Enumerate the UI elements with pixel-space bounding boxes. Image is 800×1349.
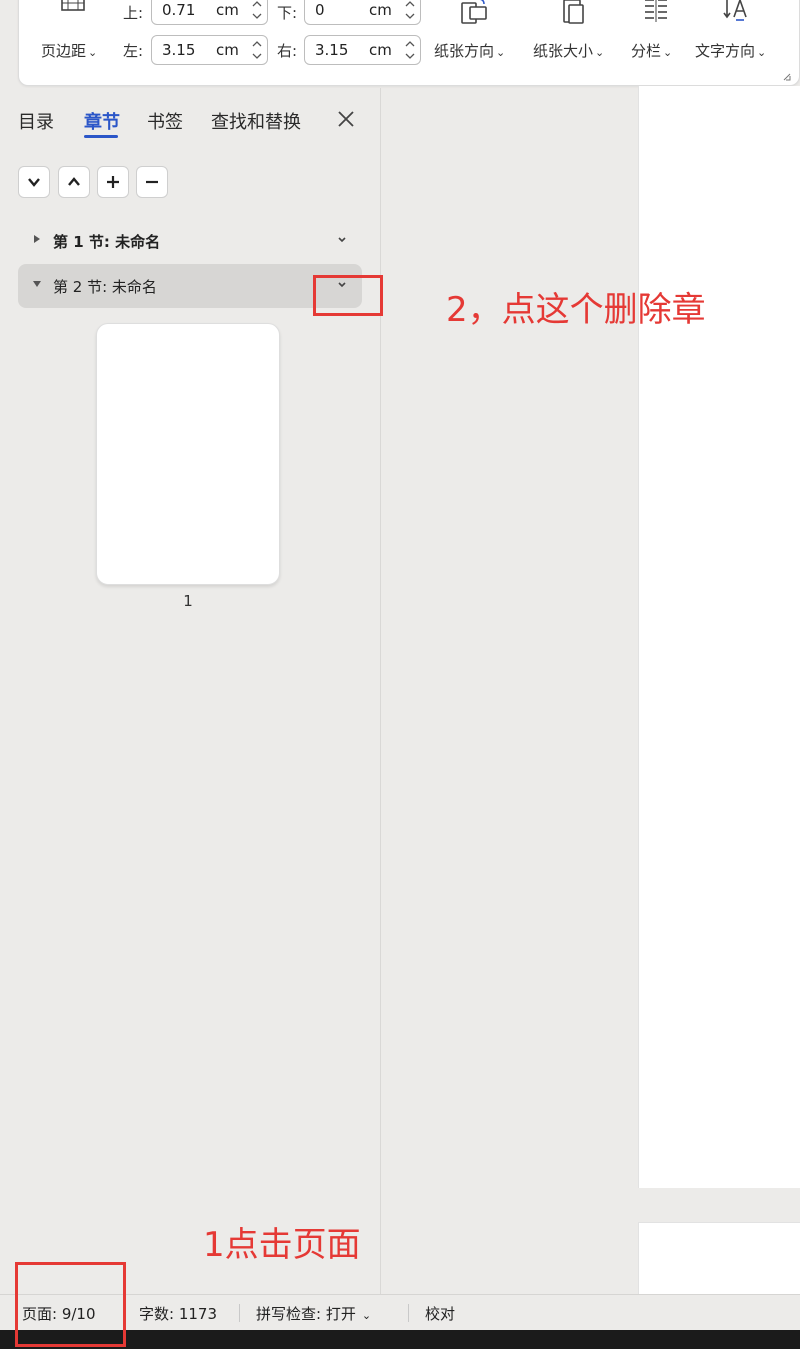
bottom-margin-label: 下: <box>277 4 298 22</box>
collapse-triangle-icon[interactable] <box>32 279 42 289</box>
chevron-up-icon <box>68 177 80 186</box>
spin-arrows-icon[interactable] <box>251 0 263 23</box>
annotation-box-section-menu <box>313 275 383 316</box>
section-item-2[interactable]: 第 2 节: 未命名 <box>18 264 362 308</box>
page-size-label: 纸张大小 <box>533 42 594 60</box>
plus-icon <box>107 176 119 188</box>
page-thumbnail[interactable] <box>96 323 280 585</box>
chevron-down-icon: ⌄ <box>595 46 605 59</box>
document-page[interactable] <box>638 86 800 1188</box>
annotation-step2-text: 2，点这个删除章 <box>446 290 706 330</box>
expand-triangle-icon[interactable] <box>32 234 42 244</box>
bottom-margin-value: 0 <box>315 1 325 19</box>
navigation-panel: 目录 章节 书签 查找和替换 第 1 节: 未命名 第 2 节: 未命名 1 <box>0 88 381 1294</box>
page-thumbnail-number: 1 <box>183 592 193 610</box>
chevron-down-icon: ⌄ <box>757 46 767 59</box>
tab-find-replace[interactable]: 查找和替换 <box>211 108 301 134</box>
spin-arrows-icon[interactable] <box>404 37 416 63</box>
chevron-down-icon <box>28 178 40 187</box>
section-title: 第 2 节: 未命名 <box>53 278 157 296</box>
page-orientation-icon[interactable] <box>459 0 489 25</box>
close-icon[interactable] <box>335 108 357 130</box>
tab-sections[interactable]: 章节 <box>84 108 120 134</box>
page-margins-button[interactable]: 页边距 ⌄ <box>41 41 97 63</box>
right-margin-label: 右: <box>277 42 298 60</box>
spell-check-status[interactable]: 拼写检查: 打开 ⌄ <box>256 1303 371 1324</box>
top-margin-value: 0.71 <box>162 1 196 19</box>
tab-toc[interactable]: 目录 <box>18 108 54 134</box>
spin-arrows-icon[interactable] <box>251 37 263 63</box>
minus-icon <box>146 180 158 184</box>
active-tab-indicator <box>84 135 118 138</box>
remove-section-button[interactable] <box>136 166 168 198</box>
columns-button[interactable]: 分栏 ⌄ <box>631 41 672 63</box>
left-margin-label: 左: <box>123 42 144 60</box>
proofreading-status[interactable]: 校对 <box>425 1303 455 1324</box>
move-section-down-button[interactable] <box>18 166 50 198</box>
text-direction-button[interactable]: 文字方向 ⌄ <box>695 41 766 63</box>
text-direction-icon[interactable] <box>723 0 753 25</box>
page-margins-icon[interactable] <box>61 0 85 11</box>
page-orientation-label: 纸张方向 <box>434 42 495 60</box>
right-margin-value: 3.15 <box>315 41 349 59</box>
unit-label: cm <box>369 41 392 59</box>
annotation-box-page-status <box>15 1262 126 1347</box>
top-margin-label: 上: <box>123 4 144 22</box>
page-margins-label: 页边距 <box>41 42 87 60</box>
right-margin-input[interactable]: 3.15 cm <box>304 35 421 65</box>
bottom-margin-input[interactable]: 0 cm <box>304 0 421 25</box>
word-count-status[interactable]: 字数: 1173 <box>139 1303 217 1324</box>
chevron-down-icon: ⌄ <box>88 46 98 59</box>
page-size-icon[interactable] <box>559 0 589 25</box>
status-divider <box>408 1304 409 1322</box>
add-section-button[interactable] <box>97 166 129 198</box>
page-size-button[interactable]: 纸张大小 ⌄ <box>533 41 604 63</box>
chevron-down-icon: ⌄ <box>361 1309 372 1322</box>
unit-label: cm <box>216 1 239 19</box>
chevron-down-icon: ⌄ <box>663 46 673 59</box>
dialog-launcher-icon[interactable] <box>783 73 791 81</box>
columns-label: 分栏 <box>631 42 662 60</box>
chevron-down-icon: ⌄ <box>496 46 506 59</box>
spin-arrows-icon[interactable] <box>404 0 416 23</box>
top-margin-input[interactable]: 0.71 cm <box>151 0 268 25</box>
tab-bookmarks[interactable]: 书签 <box>147 108 183 134</box>
left-margin-value: 3.15 <box>162 41 196 59</box>
left-margin-input[interactable]: 3.15 cm <box>151 35 268 65</box>
spell-check-label: 拼写检查: 打开 <box>256 1305 356 1323</box>
unit-label: cm <box>216 41 239 59</box>
unit-label: cm <box>369 1 392 19</box>
layout-ribbon: 页边距 ⌄ 上: 0.71 cm 下: 0 cm 左: 3.15 cm 右: 3.… <box>18 0 800 86</box>
section-item-1[interactable]: 第 1 节: 未命名 <box>18 219 362 263</box>
page-orientation-button[interactable]: 纸张方向 ⌄ <box>434 41 505 63</box>
document-page-next[interactable] <box>638 1222 800 1294</box>
section-menu-chevron-icon[interactable] <box>336 234 348 246</box>
annotation-step1-text: 1点击页面 <box>203 1225 361 1265</box>
status-divider <box>239 1304 240 1322</box>
columns-icon[interactable] <box>641 0 671 25</box>
text-direction-label: 文字方向 <box>695 42 756 60</box>
section-title: 第 1 节: 未命名 <box>53 233 161 251</box>
move-section-up-button[interactable] <box>58 166 90 198</box>
